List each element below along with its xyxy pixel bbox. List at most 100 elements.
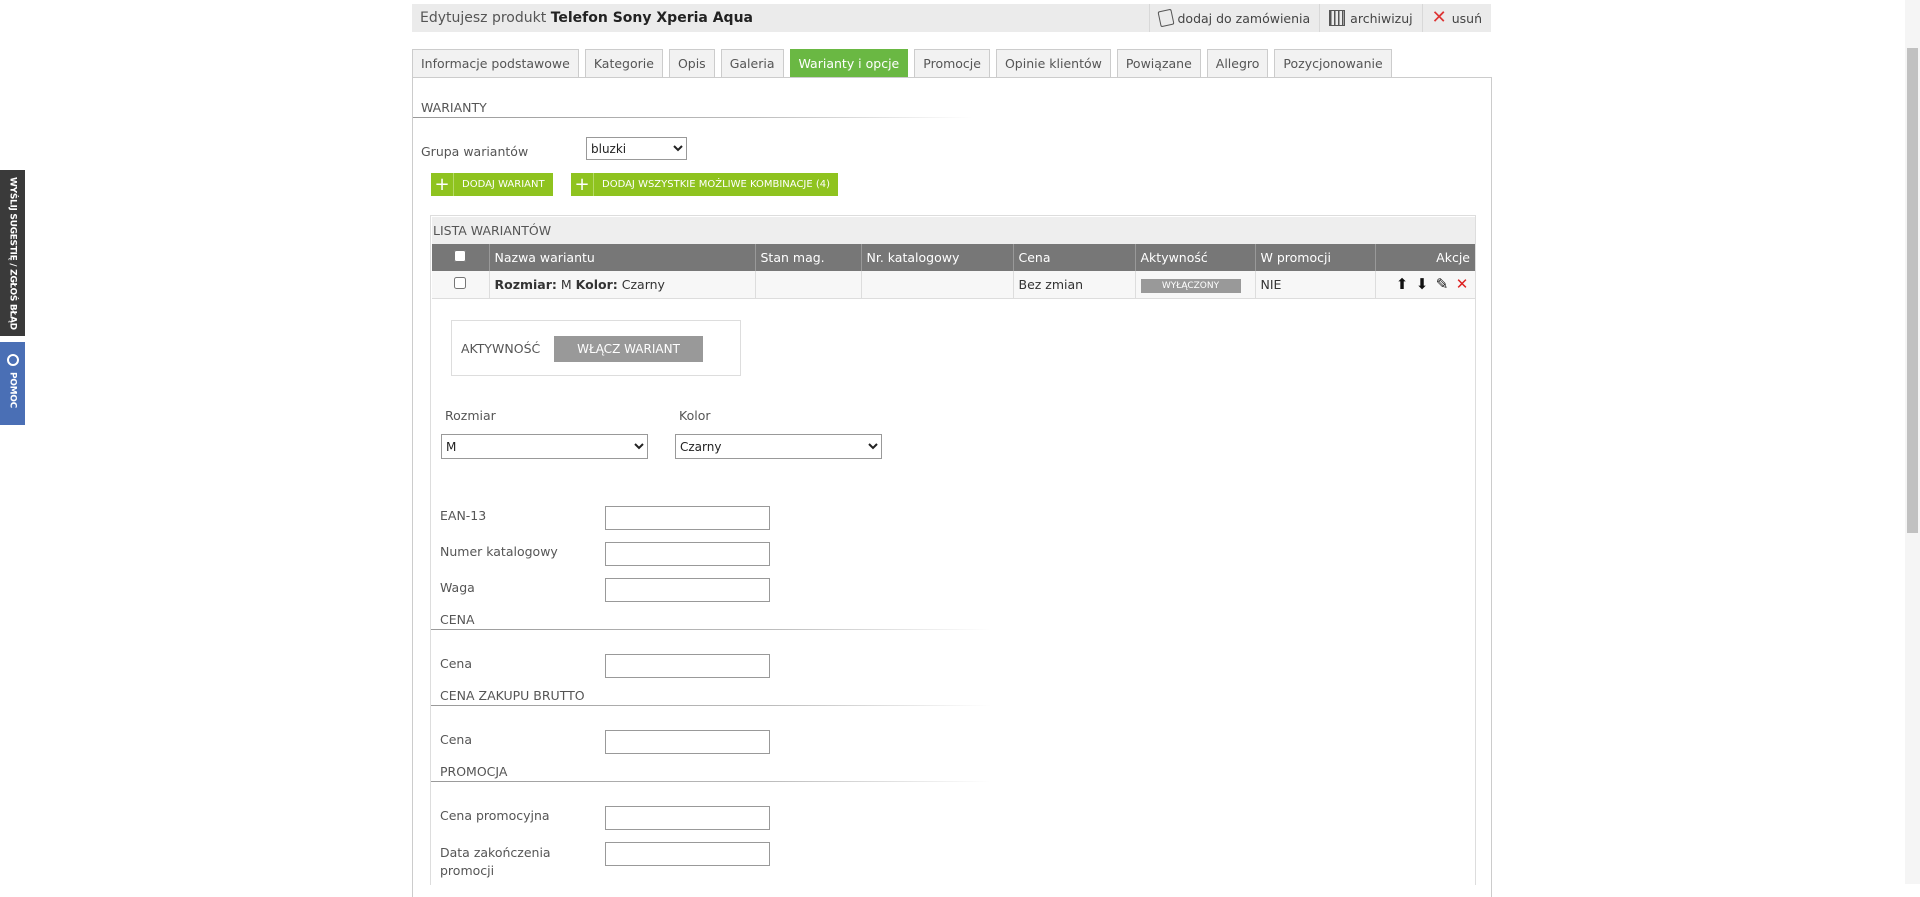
add-variant-label: DODAJ WARIANT bbox=[462, 179, 545, 190]
delete-button[interactable]: ✕ usuń bbox=[1421, 4, 1491, 32]
stock-cell bbox=[755, 271, 862, 299]
purchase-price-label: Cena bbox=[440, 732, 473, 747]
catalog-number-input[interactable] bbox=[605, 542, 770, 566]
promo-end-label-line1: Data zakończenia bbox=[440, 845, 551, 860]
row-select-cell bbox=[432, 271, 490, 299]
tab-basic-info[interactable]: Informacje podstawowe bbox=[412, 49, 579, 77]
actions-cell: ⬆ ⬇ ✎ ✕ bbox=[1375, 271, 1475, 299]
variants-heading: WARIANTY bbox=[421, 100, 487, 115]
col-activity[interactable]: Aktywność bbox=[1135, 244, 1256, 271]
tab-description[interactable]: Opis bbox=[668, 49, 715, 77]
purchase-price-input[interactable] bbox=[605, 730, 770, 754]
price-cell: Bez zmian bbox=[1013, 271, 1136, 299]
variant-group-label: Grupa wariantów bbox=[421, 144, 529, 159]
delete-label: usuń bbox=[1451, 10, 1482, 26]
product-name: Telefon Sony Xperia Aqua bbox=[550, 10, 753, 26]
price-heading: CENA bbox=[440, 612, 475, 627]
title-prefix: Edytujesz produkt bbox=[420, 10, 547, 26]
enable-variant-button[interactable]: WŁĄCZ WARIANT bbox=[554, 336, 703, 362]
color-select[interactable]: Czarny bbox=[675, 434, 882, 459]
scrollbar-thumb[interactable] bbox=[1907, 48, 1918, 533]
add-variant-button[interactable]: + DODAJ WARIANT bbox=[431, 173, 553, 196]
plus-icon: + bbox=[431, 173, 454, 196]
tab-seo[interactable]: Pozycjonowanie bbox=[1274, 49, 1392, 77]
size-select[interactable]: M bbox=[441, 434, 648, 459]
add-all-combinations-button[interactable]: + DODAJ WSZYSTKIE MOŻLIWE KOMBINACJE (4) bbox=[571, 173, 839, 196]
col-catalog-number[interactable]: Nr. katalogowy bbox=[861, 244, 1014, 271]
size-label: Rozmiar bbox=[445, 408, 496, 423]
promo-end-date-input[interactable] bbox=[605, 842, 770, 866]
order-icon bbox=[1156, 8, 1175, 28]
size-key: Rozmiar: bbox=[494, 276, 557, 292]
price-label: Cena bbox=[440, 656, 473, 671]
suggest-feedback-tab[interactable]: WYŚLIJ SUGESTIĘ / ZGŁOŚ BŁĄD bbox=[0, 170, 25, 336]
promo-end-date-label: Data zakończenia promocji bbox=[440, 844, 551, 880]
tab-related[interactable]: Powiązane bbox=[1116, 49, 1201, 77]
activity-box: AKTYWNOŚĆ WŁĄCZ WARIANT bbox=[451, 320, 741, 376]
price-input[interactable] bbox=[605, 654, 770, 678]
activity-label: AKTYWNOŚĆ bbox=[461, 341, 541, 356]
weight-input[interactable] bbox=[605, 578, 770, 602]
col-stock[interactable]: Stan mag. bbox=[755, 244, 862, 271]
product-header: Edytujesz produkt Telefon Sony Xperia Aq… bbox=[412, 4, 1491, 32]
product-tabs: Informacje podstawowe Kategorie Opis Gal… bbox=[412, 49, 1392, 77]
ean-input[interactable] bbox=[605, 506, 770, 530]
suggest-feedback-label: WYŚLIJ SUGESTIĘ / ZGŁOŚ BŁĄD bbox=[7, 176, 18, 330]
activity-cell: WYŁĄCZONY bbox=[1135, 271, 1256, 299]
add-to-order-label: dodaj do zamówienia bbox=[1177, 10, 1311, 26]
add-to-order-button[interactable]: dodaj do zamówienia bbox=[1148, 4, 1320, 32]
edit-pencil-icon[interactable]: ✎ bbox=[1434, 275, 1450, 293]
plus-icon: + bbox=[571, 173, 594, 196]
delete-x-icon[interactable]: ✕ bbox=[1454, 275, 1470, 293]
promo-price-label: Cena promocyjna bbox=[440, 808, 550, 823]
promotion-heading: PROMOCJA bbox=[440, 764, 508, 779]
table-header-row: Nazwa wariantu Stan mag. Nr. katalogowy … bbox=[432, 244, 1475, 271]
page-title: Edytujesz produkt Telefon Sony Xperia Aq… bbox=[420, 10, 753, 26]
row-checkbox[interactable] bbox=[454, 276, 467, 289]
col-promotion[interactable]: W promocji bbox=[1255, 244, 1376, 271]
section-divider bbox=[431, 629, 991, 630]
tab-reviews[interactable]: Opinie klientów bbox=[995, 49, 1111, 77]
select-all-checkbox[interactable] bbox=[454, 250, 467, 262]
tab-allegro[interactable]: Allegro bbox=[1206, 49, 1269, 77]
variant-name-cell: Rozmiar: M Kolor: Czarny bbox=[489, 271, 756, 299]
table-row[interactable]: Rozmiar: M Kolor: Czarny Bez zmian WYŁĄC… bbox=[432, 271, 1475, 299]
promo-price-input[interactable] bbox=[605, 806, 770, 830]
color-key: Kolor: bbox=[575, 276, 618, 292]
help-tab[interactable]: POMOC bbox=[0, 342, 25, 425]
status-badge: WYŁĄCZONY bbox=[1140, 278, 1241, 293]
variants-list: LISTA WARIANTÓW Nazwa wariantu Stan mag.… bbox=[430, 215, 1476, 885]
vertical-scrollbar[interactable] bbox=[1905, 0, 1920, 884]
purchase-price-heading: CENA ZAKUPU BRUTTO bbox=[440, 688, 585, 703]
tab-promotions[interactable]: Promocje bbox=[914, 49, 990, 77]
help-icon bbox=[6, 354, 19, 366]
header-actions: dodaj do zamówienia archiwizuj ✕ usuń bbox=[1148, 4, 1492, 32]
weight-label: Waga bbox=[440, 580, 475, 595]
help-label: POMOC bbox=[7, 372, 18, 408]
section-divider bbox=[431, 705, 991, 706]
col-price[interactable]: Cena bbox=[1013, 244, 1136, 271]
promo-cell: NIE bbox=[1255, 271, 1376, 299]
variants-list-title: LISTA WARIANTÓW bbox=[432, 217, 1475, 245]
variant-group-select[interactable]: bluzki bbox=[586, 137, 687, 160]
ean-label: EAN-13 bbox=[440, 508, 487, 523]
catalog-number-label: Numer katalogowy bbox=[440, 544, 558, 559]
color-label: Kolor bbox=[679, 408, 711, 423]
col-variant-name[interactable]: Nazwa wariantu bbox=[489, 244, 756, 271]
section-divider bbox=[431, 781, 991, 782]
variants-table: Nazwa wariantu Stan mag. Nr. katalogowy … bbox=[432, 244, 1475, 299]
col-actions: Akcje bbox=[1375, 244, 1475, 271]
tab-gallery[interactable]: Galeria bbox=[720, 49, 784, 77]
size-value: M bbox=[560, 276, 572, 292]
tab-variants[interactable]: Warianty i opcje bbox=[789, 49, 909, 77]
color-value: Czarny bbox=[621, 276, 665, 292]
arrow-down-icon[interactable]: ⬇ bbox=[1414, 275, 1430, 293]
add-all-combinations-label: DODAJ WSZYSTKIE MOŻLIWE KOMBINACJE (4) bbox=[602, 179, 831, 190]
archive-button[interactable]: archiwizuj bbox=[1319, 4, 1421, 32]
section-divider bbox=[413, 117, 973, 118]
archive-icon bbox=[1329, 10, 1346, 26]
close-icon: ✕ bbox=[1431, 7, 1447, 28]
arrow-up-icon[interactable]: ⬆ bbox=[1394, 275, 1410, 293]
archive-label: archiwizuj bbox=[1350, 10, 1413, 26]
tab-categories[interactable]: Kategorie bbox=[584, 49, 663, 77]
